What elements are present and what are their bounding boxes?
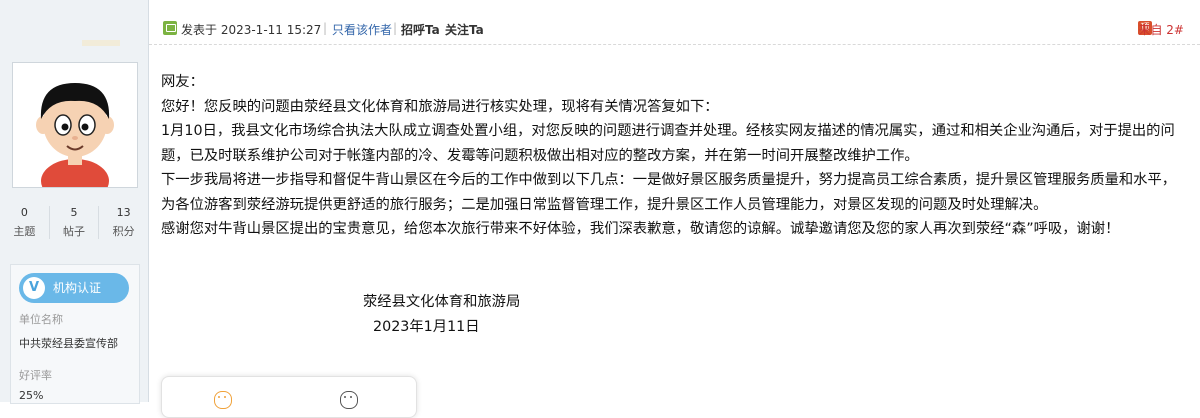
stat-topics-label: 主题: [13, 225, 36, 238]
body-paragraph: 下一步我局将进一步指导和督促牛背山景区在今后的工作中做到以下几点：一是做好景区服…: [161, 172, 1177, 213]
greet-link[interactable]: 招呼Ta: [401, 21, 440, 38]
reaction-bar: [161, 376, 417, 418]
greeting-line: 网友：: [161, 74, 204, 90]
org-badge-label: 机构认证: [53, 281, 102, 295]
rating-value: 25%: [19, 389, 44, 402]
stat-topics-num: 0: [20, 206, 28, 219]
signature-org: 荥经县文化体育和旅游局: [363, 294, 521, 310]
org-verified-badge[interactable]: V 机构认证: [19, 273, 129, 303]
stat-posts-label: 帖子: [63, 225, 85, 238]
signature-date: 2023年1月11日: [373, 319, 480, 335]
stat-posts-num: 5: [70, 206, 78, 219]
body-paragraph: 您好！您反映的问题由荥经县文化体育和旅游局进行核实处理，现将有关情况答复如下：: [161, 98, 719, 115]
post-body: 网友： 您好！您反映的问题由荥经县文化体育和旅游局进行核实处理，现将有关情况答复…: [161, 70, 1181, 242]
header-separator: |: [323, 21, 328, 35]
verified-v-icon: V: [23, 277, 45, 299]
post-time: 发表于 2023-1-11 15:27: [181, 23, 322, 37]
org-unit-value: 中共荥经县委宣传部: [19, 337, 118, 350]
author-stats: 0 主题 5 帖子 13 积分: [0, 206, 148, 239]
only-author-link[interactable]: 只看该作者: [332, 21, 392, 38]
stat-posts[interactable]: 5 帖子: [48, 206, 99, 239]
org-unit-label: 单位名称: [19, 313, 63, 326]
avatar[interactable]: [12, 62, 138, 188]
org-verification-box: V 机构认证 单位名称 中共荥经县委宣传部 好评率 25%: [10, 264, 140, 404]
author-sidebar: 0 主题 5 帖子 13 积分 V 机构认证 单位名称 中共荥经县委宣传部 好评…: [0, 0, 149, 404]
avatar-image: [13, 63, 137, 187]
stat-points-num: 13: [116, 206, 131, 219]
body-paragraph: 感谢您对牛背山景区提出的宝贵意见，给您本次旅行带来不好体验，我们深表歉意，敬请您…: [161, 221, 1120, 237]
body-paragraph: 1月10日，我县文化市场综合执法大队成立调查处置小组，对您反映的问题进行调查并处…: [161, 123, 1175, 164]
stat-topics[interactable]: 0 主题: [0, 206, 49, 239]
rating-label: 好评率: [19, 369, 52, 382]
post-header: 发表于 2023-1-11 15:27 | 只看该作者 | 招呼Ta 关注Ta …: [149, 14, 1200, 45]
floor-number[interactable]: 来自 2#: [1138, 21, 1184, 38]
post-content: 发表于 2023-1-11 15:27 | 只看该作者 | 招呼Ta 关注Ta …: [149, 0, 1200, 418]
smile-icon[interactable]: [340, 391, 358, 409]
stat-points[interactable]: 13 积分: [98, 206, 148, 239]
stat-points-label: 积分: [112, 225, 135, 238]
sidebar-top-strip: [82, 40, 120, 46]
post-status-icon: [163, 21, 177, 35]
smile-icon[interactable]: [214, 391, 232, 409]
follow-link[interactable]: 关注Ta: [445, 21, 484, 38]
header-separator: |: [393, 21, 398, 35]
